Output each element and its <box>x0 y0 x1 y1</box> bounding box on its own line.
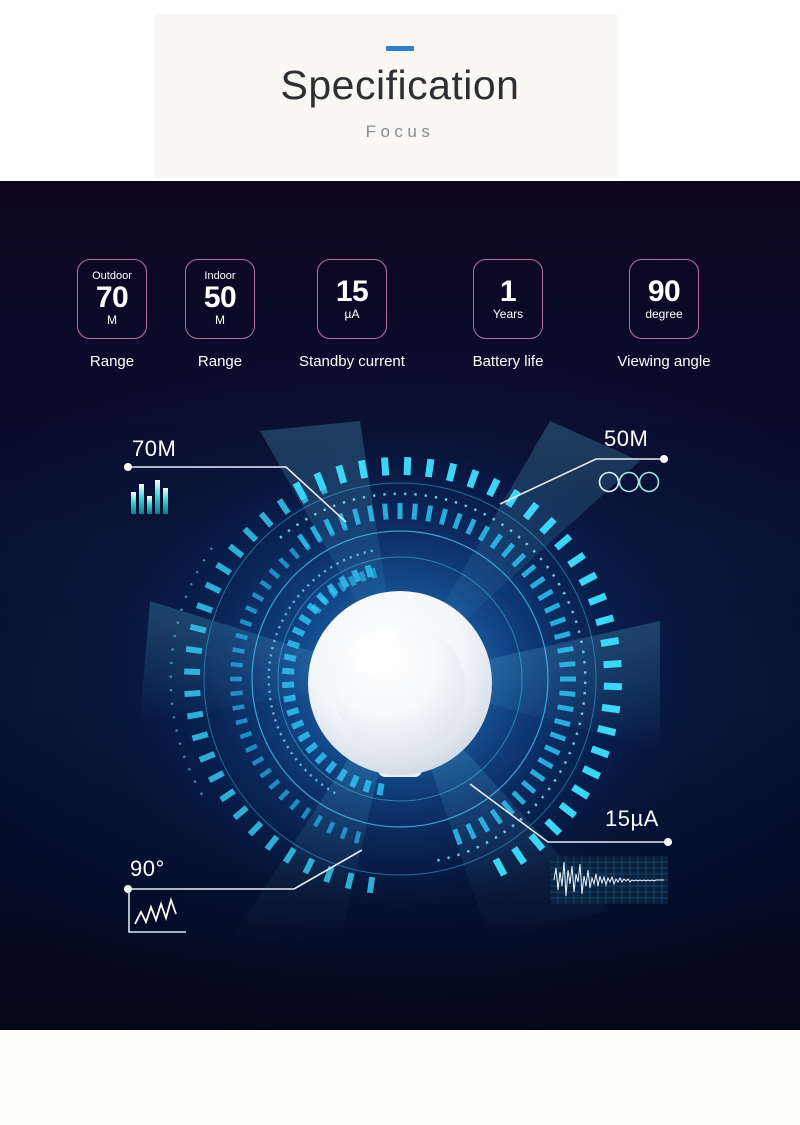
callout-viewing-angle: 90° <box>118 849 368 936</box>
spec-value: 90 <box>647 274 681 308</box>
dark-content-section: Outdoor 70 M Range Indoor 50 M Range 15 … <box>0 181 800 1030</box>
spec-unit: Years <box>492 307 524 322</box>
spec-label: Battery life <box>472 353 544 370</box>
spec-label: Range <box>197 353 243 370</box>
spec-unit: M <box>215 313 225 328</box>
spec-value: 70 <box>95 280 129 314</box>
page-header: Specification Focus <box>0 0 800 181</box>
spec-box-row: Outdoor 70 M Range Indoor 50 M Range 15 … <box>0 259 800 370</box>
bar-levels-icon <box>131 480 168 514</box>
waveform-icon <box>550 856 668 904</box>
spec-tag: Outdoor <box>92 269 132 282</box>
spec-item-range-indoor: Indoor 50 M Range <box>185 259 255 370</box>
zigzag-chart-icon <box>128 890 186 933</box>
spec-item-battery-life: 1 Years Battery life <box>449 259 567 370</box>
spec-item-standby-current: 15 µA Standby current <box>293 259 411 370</box>
spec-item-viewing-angle: 90 degree Viewing angle <box>605 259 723 370</box>
spec-value: 1 <box>499 274 517 308</box>
page-subtitle: Focus <box>365 122 435 141</box>
spec-box: 15 µA <box>317 259 387 339</box>
spec-unit: M <box>107 313 117 328</box>
callout-range-outdoor: 70M <box>118 436 348 526</box>
specification-page: Specification Focus Outdoor 70 M Range I… <box>0 0 800 1125</box>
spec-box: 1 Years <box>473 259 543 339</box>
three-circles-icon <box>598 471 660 493</box>
spec-box: Indoor 50 M <box>185 259 255 339</box>
spec-unit: degree <box>645 307 683 322</box>
spec-unit: µA <box>344 307 360 322</box>
callout-range-indoor: 50M <box>499 426 675 506</box>
spec-label: Range <box>89 353 135 370</box>
spec-box: 90 degree <box>629 259 699 339</box>
spec-label: Standby current <box>299 353 405 370</box>
spec-item-range-outdoor: Outdoor 70 M Range <box>77 259 147 370</box>
title-dash-divider <box>386 46 414 51</box>
spec-value: 50 <box>203 280 237 314</box>
spec-label: Viewing angle <box>617 353 711 370</box>
callout-leader-line <box>499 455 668 505</box>
page-title: Specification <box>280 62 520 108</box>
spec-box: Outdoor 70 M <box>77 259 147 339</box>
spec-tag: Indoor <box>204 269 236 282</box>
spec-value: 15 <box>335 274 369 308</box>
callout-standby-current: 15µA <box>469 783 680 916</box>
